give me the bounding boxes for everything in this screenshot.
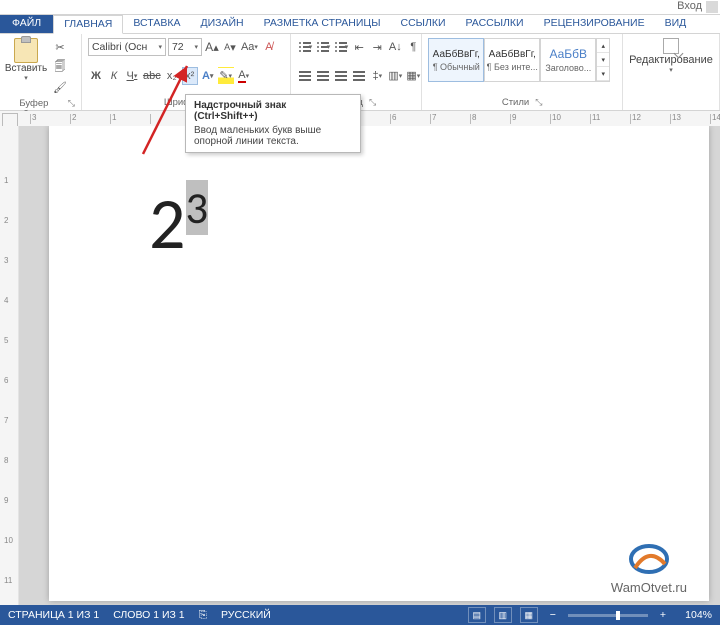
sort-button[interactable]: A↓ xyxy=(387,38,403,56)
tab-view[interactable]: ВИД xyxy=(655,15,697,33)
tooltip-title: Надстрочный знак (Ctrl+Shift++) xyxy=(194,100,352,122)
status-proofing-icon[interactable]: ⎘ xyxy=(199,609,207,622)
zoom-slider[interactable] xyxy=(568,614,648,617)
chevron-down-icon: ▾ xyxy=(158,43,162,51)
group-editing: Редактирование ▾ xyxy=(623,34,720,110)
tab-review[interactable]: РЕЦЕНЗИРОВАНИЕ xyxy=(534,15,655,33)
justify-button[interactable] xyxy=(351,67,367,85)
superscript-button[interactable]: x² xyxy=(182,67,198,85)
borders-button[interactable]: ▦▾ xyxy=(405,67,421,85)
numbering-button[interactable]: ▾ xyxy=(315,38,331,56)
font-name-combo[interactable]: Calibri (Осн ▾ xyxy=(88,38,166,56)
styles-down[interactable]: ▾ xyxy=(597,53,609,67)
shrink-font-button[interactable]: A▾ xyxy=(222,38,238,56)
shading-button[interactable]: ▥▾ xyxy=(387,67,403,85)
group-styles: АаБбВвГг, ¶ Обычный АаБбВвГг, ¶ Без инте… xyxy=(422,34,623,110)
sign-in-link[interactable]: Вход xyxy=(677,0,702,12)
chevron-down-icon: ▾ xyxy=(24,74,28,82)
grow-font-button[interactable]: A▴ xyxy=(204,38,220,56)
font-color-button[interactable]: A▾ xyxy=(236,67,252,85)
tab-design[interactable]: ДИЗАЙН xyxy=(190,15,253,33)
find-icon xyxy=(663,38,679,54)
tab-insert[interactable]: ВСТАВКА xyxy=(123,15,190,33)
zoom-out-button[interactable]: − xyxy=(546,609,560,621)
view-print-layout[interactable]: ▥ xyxy=(494,607,512,623)
doc-base: 2 xyxy=(149,180,186,268)
font-size-value: 72 xyxy=(172,41,184,53)
chevron-down-icon: ▾ xyxy=(194,43,198,51)
group-clipboard: Вставить ▾ ✂ 🗐 🖌 Буфер обмена ⤡ xyxy=(0,34,82,110)
document-page[interactable]: 23 WamOtvet.ru xyxy=(49,126,709,601)
style-no-spacing[interactable]: АаБбВвГг, ¶ Без инте... xyxy=(484,38,540,82)
status-word-count[interactable]: СЛОВО 1 ИЗ 1 xyxy=(113,609,184,621)
doc-exponent-selected[interactable]: 3 xyxy=(186,180,209,235)
ribbon-tabs: ФАЙЛ ГЛАВНАЯ ВСТАВКА ДИЗАЙН РАЗМЕТКА СТР… xyxy=(0,15,720,34)
tooltip-superscript: Надстрочный знак (Ctrl+Shift++) Ввод мал… xyxy=(185,94,361,153)
paste-label: Вставить xyxy=(5,63,47,74)
style-normal[interactable]: АаБбВвГг, ¶ Обычный xyxy=(428,38,484,82)
paragraph-launcher[interactable]: ⤡ xyxy=(369,97,376,108)
tab-mailings[interactable]: РАССЫЛКИ xyxy=(456,15,534,33)
change-case-button[interactable]: Aa▾ xyxy=(240,38,259,56)
paste-button[interactable]: Вставить ▾ xyxy=(6,38,46,82)
bullets-button[interactable]: ▾ xyxy=(297,38,313,56)
italic-button[interactable]: К xyxy=(106,67,122,85)
clipboard-icon xyxy=(14,38,38,63)
document-content[interactable]: 23 xyxy=(149,186,609,260)
align-left-button[interactable] xyxy=(297,67,313,85)
underline-button[interactable]: Ч▾ xyxy=(124,67,140,85)
tab-references[interactable]: ССЫЛКИ xyxy=(390,15,455,33)
status-bar: СТРАНИЦА 1 ИЗ 1 СЛОВО 1 ИЗ 1 ⎘ РУССКИЙ ▤… xyxy=(0,605,720,625)
tab-page-layout[interactable]: РАЗМЕТКА СТРАНИЦЫ xyxy=(254,15,391,33)
status-language[interactable]: РУССКИЙ xyxy=(221,609,271,621)
styles-scroll[interactable]: ▴ ▾ ▾ xyxy=(596,38,610,82)
styles-launcher[interactable]: ⤡ xyxy=(535,97,542,108)
tab-file[interactable]: ФАЙЛ xyxy=(0,15,53,33)
ruler-vertical[interactable]: 123456789101112 xyxy=(0,126,19,605)
group-styles-label: Стили xyxy=(502,97,529,108)
align-center-button[interactable] xyxy=(315,67,331,85)
editing-dropdown[interactable]: Редактирование ▾ xyxy=(629,38,713,74)
styles-up[interactable]: ▴ xyxy=(597,39,609,53)
font-size-combo[interactable]: 72 ▾ xyxy=(168,38,202,56)
view-web-layout[interactable]: ▦ xyxy=(520,607,538,623)
copy-button[interactable]: 🗐 xyxy=(50,58,70,76)
styles-more[interactable]: ▾ xyxy=(597,67,609,81)
line-spacing-button[interactable]: ‡▾ xyxy=(369,67,385,85)
font-name-value: Calibri (Осн xyxy=(92,41,147,53)
clear-formatting-button[interactable]: A̸ xyxy=(261,38,277,56)
bold-button[interactable]: Ж xyxy=(88,67,104,85)
decrease-indent-button[interactable]: ⇤ xyxy=(351,38,367,56)
show-marks-button[interactable]: ¶ xyxy=(405,38,421,56)
workspace: 123456789101112 23 WamOtvet.ru xyxy=(0,126,720,605)
editing-label: Редактирование xyxy=(629,54,713,66)
format-painter-button[interactable]: 🖌 xyxy=(50,78,70,96)
tooltip-body: Ввод маленьких букв выше опорной линии т… xyxy=(194,125,321,147)
status-page[interactable]: СТРАНИЦА 1 ИЗ 1 xyxy=(8,609,99,621)
watermark-icon xyxy=(627,540,671,578)
title-bar: Вход xyxy=(0,0,720,15)
style-heading1[interactable]: АаБбВ Заголово... xyxy=(540,38,596,82)
highlight-button[interactable]: ✎▾ xyxy=(218,67,234,85)
align-right-button[interactable] xyxy=(333,67,349,85)
page-area[interactable]: 23 WamOtvet.ru xyxy=(19,126,720,605)
avatar[interactable] xyxy=(706,1,718,13)
watermark: WamOtvet.ru xyxy=(611,540,687,595)
text-effects-button[interactable]: A▾ xyxy=(200,67,216,85)
view-read-mode[interactable]: ▤ xyxy=(468,607,486,623)
strike-button[interactable]: abc xyxy=(142,67,162,85)
increase-indent-button[interactable]: ⇥ xyxy=(369,38,385,56)
subscript-button[interactable]: x₂ xyxy=(164,67,180,85)
zoom-level[interactable]: 104% xyxy=(678,609,712,621)
chevron-down-icon: ▾ xyxy=(669,66,673,74)
tab-home[interactable]: ГЛАВНАЯ xyxy=(53,15,123,34)
watermark-text: WamOtvet.ru xyxy=(611,580,687,595)
multilevel-button[interactable]: ▾ xyxy=(333,38,349,56)
zoom-in-button[interactable]: + xyxy=(656,609,670,621)
cut-button[interactable]: ✂ xyxy=(50,38,70,56)
